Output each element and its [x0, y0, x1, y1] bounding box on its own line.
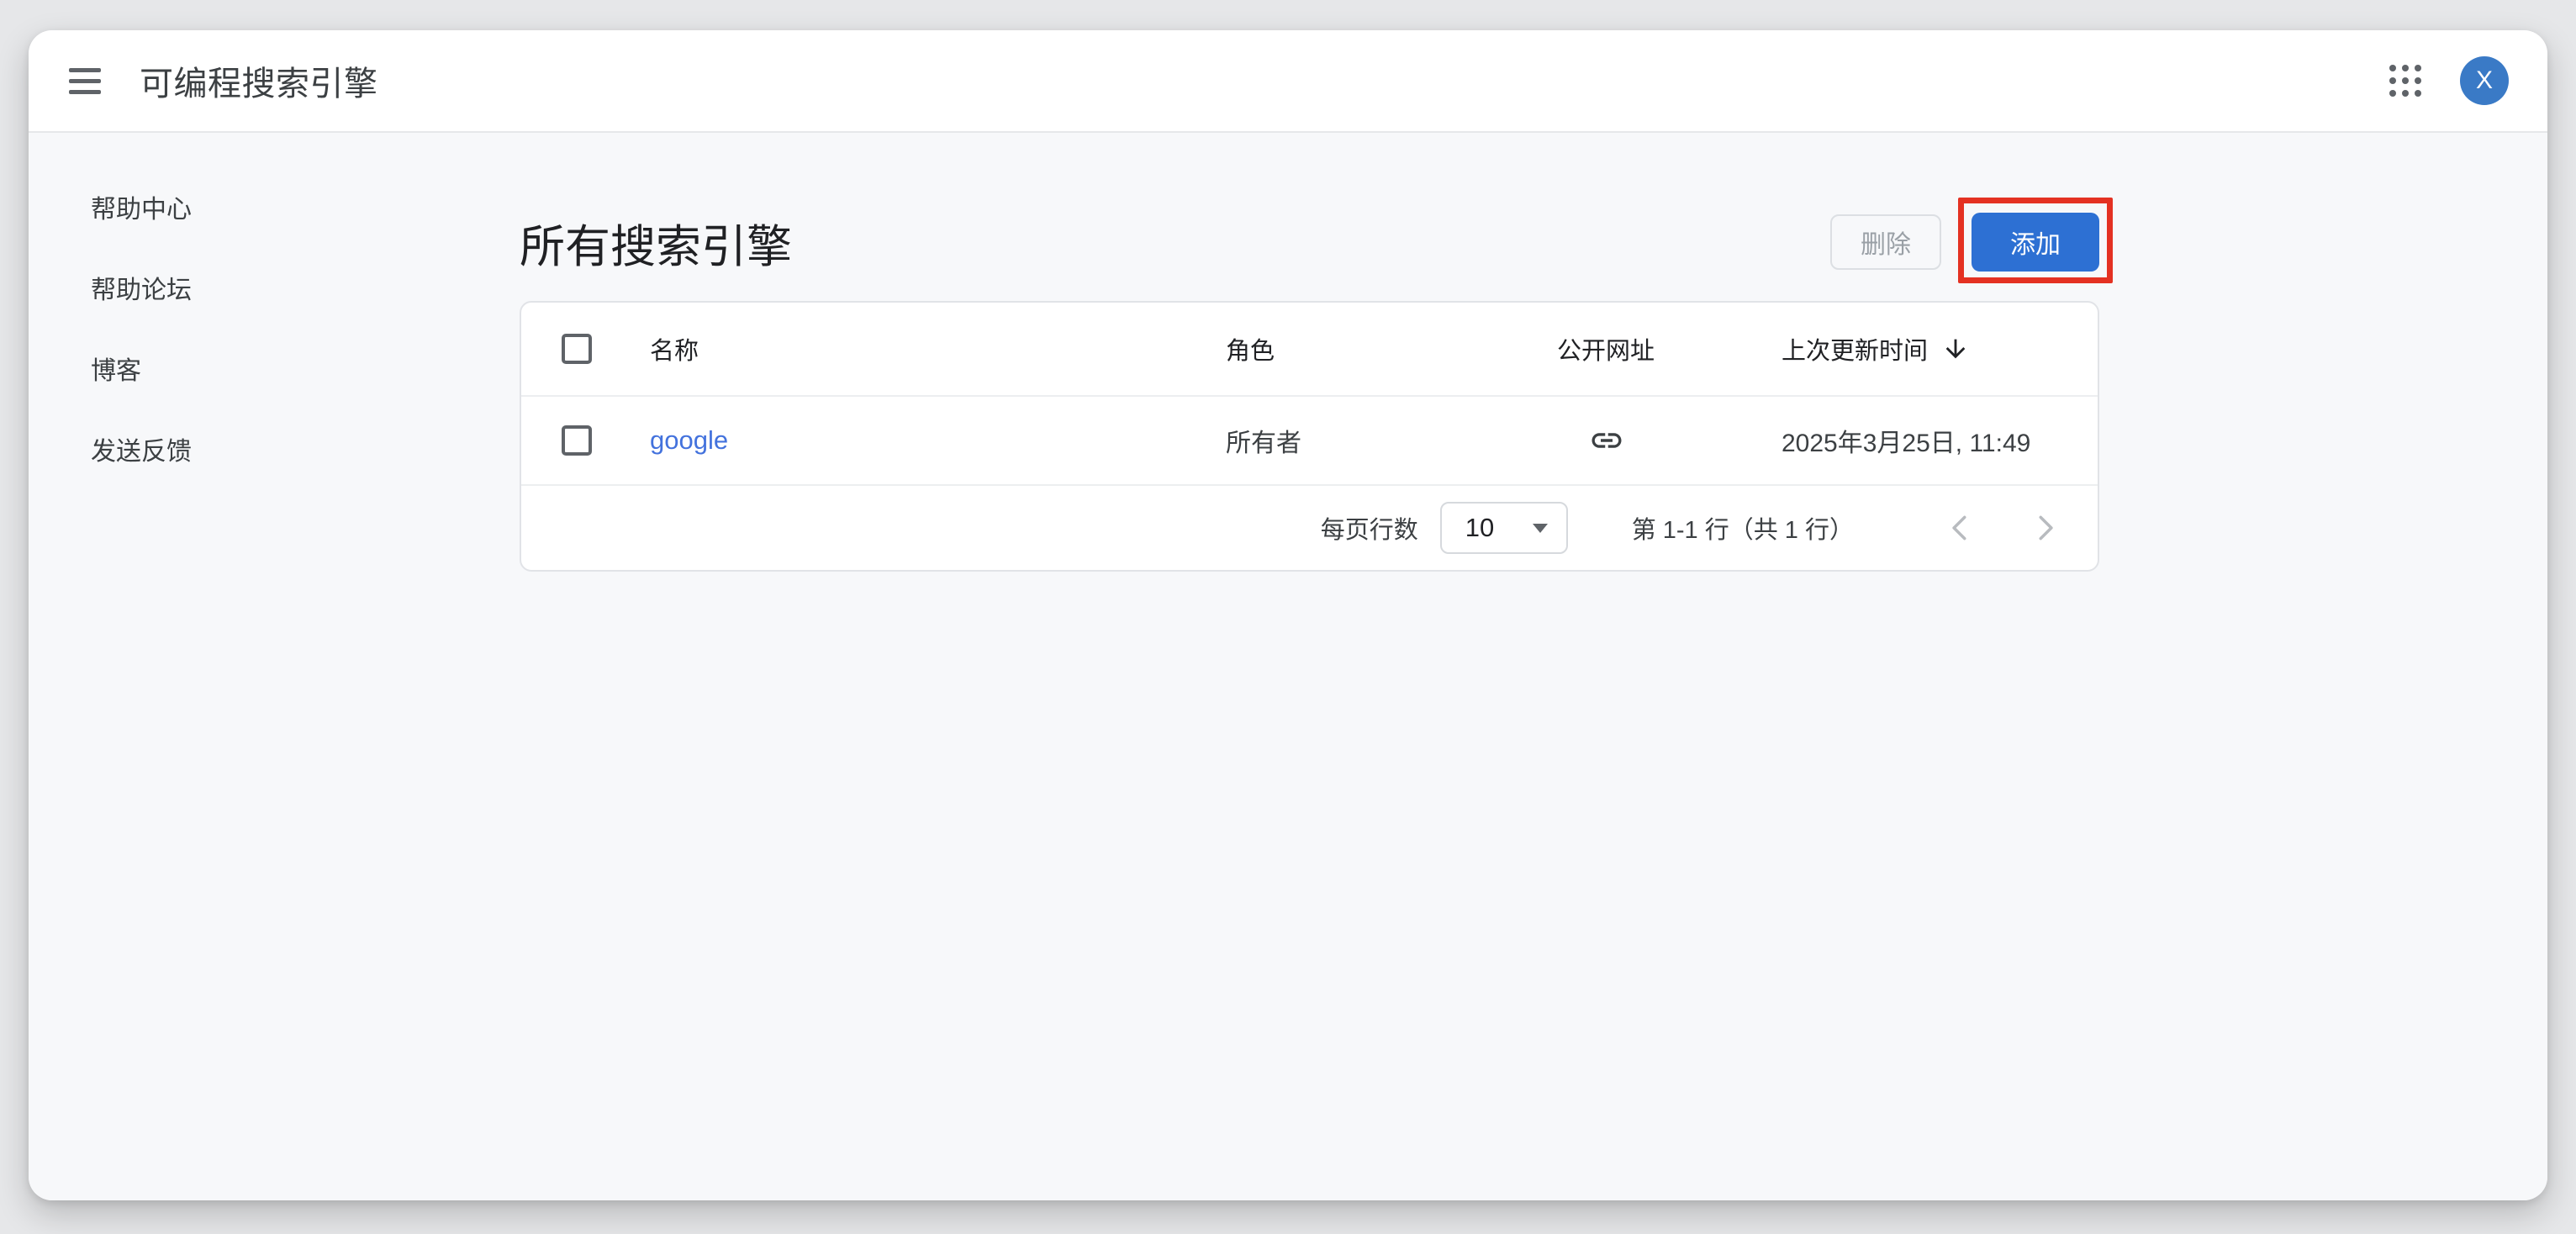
row-checkbox[interactable]	[562, 425, 592, 456]
sidebar-item-help-center[interactable]: 帮助中心	[91, 194, 192, 226]
chevron-left-icon[interactable]	[1945, 512, 1977, 544]
caret-down-icon	[1533, 524, 1548, 533]
engine-role-cell: 所有者	[1226, 422, 1557, 459]
action-buttons: 删除 添加	[1830, 213, 2099, 272]
page-body: 帮助中心 帮助论坛 博客 发送反馈 所有搜索引擎 删除 添加	[29, 133, 2547, 1200]
sidebar-item-send-feedback[interactable]: 发送反馈	[91, 436, 192, 468]
app-title: 可编程搜索引擎	[140, 56, 378, 105]
search-engines-table: 名称 角色 公开网址 上次更新时间 g	[520, 301, 2099, 572]
select-all-checkbox[interactable]	[562, 334, 592, 364]
sidebar: 帮助中心 帮助论坛 博客 发送反馈	[91, 194, 192, 517]
column-header-last-updated[interactable]: 上次更新时间	[1782, 331, 2098, 367]
arrow-downward-icon[interactable]	[1941, 335, 1970, 363]
avatar[interactable]: X	[2460, 56, 2509, 105]
delete-button[interactable]: 删除	[1830, 214, 1941, 270]
header-checkbox-cell	[521, 334, 650, 364]
column-header-name[interactable]: 名称	[650, 331, 1226, 367]
column-header-last-updated-label: 上次更新时间	[1782, 331, 1928, 367]
top-app-bar: 可编程搜索引擎 X	[29, 30, 2547, 133]
app-window: 可编程搜索引擎 X 帮助中心 帮助论坛 博客 发送反馈 所有搜索引擎 删除 添加	[29, 30, 2547, 1200]
chevron-right-icon[interactable]	[2029, 512, 2061, 544]
sidebar-item-help-forum[interactable]: 帮助论坛	[91, 275, 192, 307]
sidebar-item-blog[interactable]: 博客	[91, 356, 192, 388]
table-pagination: 每页行数 10 第 1-1 行（共 1 行）	[521, 486, 2098, 570]
add-button[interactable]: 添加	[1972, 213, 2099, 272]
hamburger-menu-icon[interactable]	[69, 68, 101, 94]
row-checkbox-cell	[521, 425, 650, 456]
pagination-range-text: 第 1-1 行（共 1 行）	[1632, 510, 1854, 546]
main-content: 所有搜索引擎 删除 添加 名称 角色	[520, 133, 2099, 572]
rows-per-page-label: 每页行数	[1321, 510, 1418, 546]
last-updated-cell: 2025年3月25日, 11:49	[1782, 422, 2098, 459]
page-title: 所有搜索引擎	[520, 209, 792, 276]
rows-per-page-value: 10	[1465, 513, 1494, 543]
engine-name-cell: google	[650, 425, 1226, 456]
column-header-public-url[interactable]: 公开网址	[1557, 331, 1782, 367]
add-button-wrap: 添加	[1972, 213, 2099, 272]
table-row: google 所有者 2025年3月25日, 11:49	[521, 395, 2098, 486]
table-header-row: 名称 角色 公开网址 上次更新时间	[521, 303, 2098, 395]
link-icon[interactable]	[1589, 423, 1624, 458]
engine-name-link[interactable]: google	[650, 425, 728, 455]
apps-grid-icon[interactable]	[2389, 65, 2421, 97]
title-row: 所有搜索引擎 删除 添加	[520, 207, 2099, 277]
column-header-role[interactable]: 角色	[1226, 331, 1557, 367]
rows-per-page-select[interactable]: 10	[1440, 502, 1568, 554]
public-url-cell	[1557, 423, 1782, 458]
pager-controls	[1945, 512, 2061, 544]
topbar-right: X	[2389, 56, 2509, 105]
